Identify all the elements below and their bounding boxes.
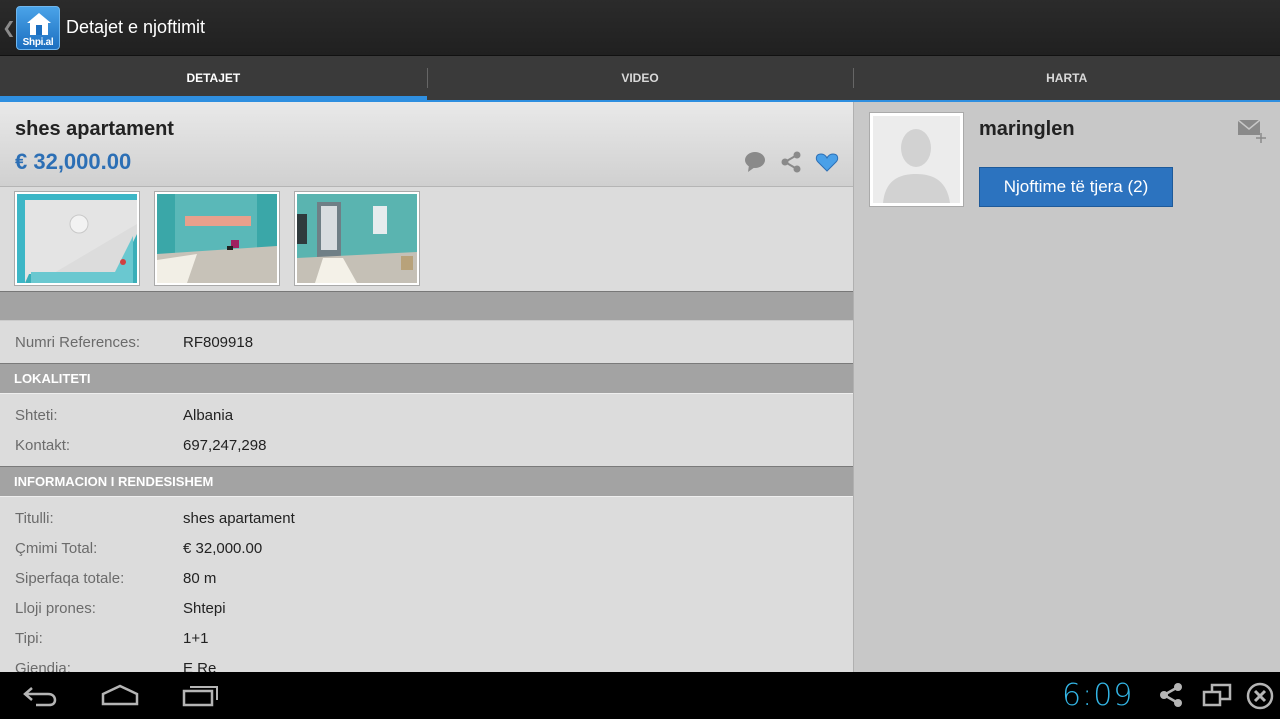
- photo-gallery: [0, 187, 853, 292]
- home-icon[interactable]: [101, 682, 139, 713]
- favorite-heart-icon[interactable]: [815, 150, 839, 174]
- system-nav-bar: 6:09: [0, 672, 1280, 719]
- location-block: Shteti: Albania Kontakt: 697,247,298: [0, 394, 853, 466]
- detail-row: Titulli: shes apartament: [0, 503, 853, 533]
- avatar[interactable]: [869, 112, 964, 207]
- recent-apps-icon[interactable]: [182, 682, 220, 713]
- reference-label: Numri References:: [15, 333, 141, 351]
- important-info-block: Titulli: shes apartament Çmimi Total: € …: [0, 497, 853, 672]
- logo-text: Shpi.al: [22, 36, 54, 48]
- detail-value: shes apartament: [183, 509, 295, 527]
- details-pane[interactable]: shes apartament € 32,000.00 Numri Refere…: [0, 102, 853, 672]
- photo-thumbnail[interactable]: [15, 192, 139, 285]
- person-silhouette-icon: [873, 116, 960, 203]
- seller-pane: maringlen Njoftime të tjera (2): [853, 102, 1280, 672]
- detail-label: Siperfaqa totale:: [15, 569, 125, 587]
- house-icon: [27, 12, 51, 35]
- reference-block: Numri References: RF809918: [0, 321, 853, 363]
- listing-header: shes apartament € 32,000.00: [0, 102, 853, 187]
- detail-row: Tipi: 1+1: [0, 623, 853, 653]
- detail-label: Kontakt:: [15, 436, 71, 454]
- detail-label: Shteti:: [15, 406, 58, 424]
- share-icon[interactable]: [779, 150, 803, 174]
- tab-details[interactable]: DETAJET: [0, 56, 427, 100]
- detail-value: Shtepi: [183, 599, 226, 617]
- send-message-icon[interactable]: [1236, 116, 1268, 144]
- back-icon[interactable]: [22, 682, 58, 713]
- share-icon[interactable]: [1158, 682, 1184, 713]
- photo-thumbnail[interactable]: [295, 192, 419, 285]
- detail-row: Shteti: Albania: [0, 400, 853, 430]
- tab-video[interactable]: VIDEO: [426, 56, 854, 100]
- detail-value: Albania: [183, 406, 234, 424]
- close-circle-icon[interactable]: [1245, 681, 1275, 716]
- detail-row: Çmimi Total: € 32,000.00: [0, 533, 853, 563]
- section-header-location: LOKALITETI: [0, 363, 853, 394]
- detail-value: 80 m: [183, 569, 217, 587]
- tab-map[interactable]: HARTA: [853, 56, 1280, 100]
- photo-thumbnail[interactable]: [155, 192, 279, 285]
- detail-label: Çmimi Total:: [15, 539, 98, 557]
- tab-bar: DETAJET VIDEO HARTA: [0, 56, 1280, 102]
- app-logo[interactable]: Shpi.al: [16, 5, 60, 50]
- detail-value: E Re: [183, 659, 217, 673]
- status-clock: 6:09: [1062, 678, 1134, 713]
- section-header-important-info: INFORMACION I RENDESISHEM: [0, 466, 853, 497]
- detail-label: Tipi:: [15, 629, 43, 647]
- up-caret-icon[interactable]: ❮: [2, 18, 16, 38]
- screen-size-icon[interactable]: [1202, 682, 1232, 713]
- detail-row: Siperfaqa totale: 80 m: [0, 563, 853, 593]
- more-listings-button[interactable]: Njoftime të tjera (2): [979, 167, 1173, 207]
- listing-actions: [743, 150, 839, 174]
- action-bar: ❮ Shpi.al Detajet e njoftimit: [0, 0, 1280, 56]
- detail-label: Titulli:: [15, 509, 54, 527]
- detail-value: € 32,000.00: [183, 539, 263, 557]
- listing-price: € 32,000.00: [15, 149, 132, 174]
- detail-value: 1+1: [183, 629, 209, 647]
- detail-label: Gjendja:: [15, 659, 71, 673]
- detail-row: Lloji prones: Shtepi: [0, 593, 853, 623]
- comment-icon[interactable]: [743, 150, 767, 174]
- contact-phone[interactable]: 697,247,298: [183, 437, 266, 454]
- detail-row: Kontakt: 697,247,298: [0, 430, 853, 460]
- divider-strip: [0, 292, 853, 321]
- screen-title: Detajet e njoftimit: [66, 17, 206, 37]
- seller-name: maringlen: [979, 118, 1075, 140]
- detail-row: Numri References: RF809918: [0, 327, 853, 357]
- detail-row: Gjendja: E Re: [0, 653, 853, 673]
- detail-label: Lloji prones:: [15, 599, 96, 617]
- listing-title: shes apartament: [15, 118, 174, 140]
- reference-value: RF809918: [183, 333, 254, 351]
